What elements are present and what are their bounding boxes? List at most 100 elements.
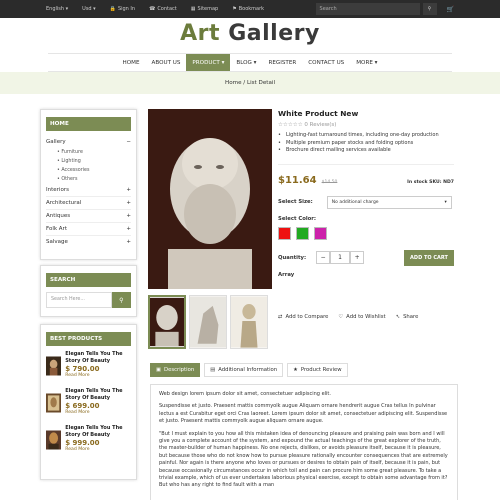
best-product-item[interactable]: Elegan Tells You The Story Of Beauty $ 7… xyxy=(46,351,131,381)
sidebar-search-input[interactable]: Search Here... xyxy=(46,292,112,308)
compare-label: Add to Compare xyxy=(285,314,329,320)
product-main-image[interactable] xyxy=(148,109,272,289)
share-label: Share xyxy=(403,314,419,320)
quantity-stepper: − 1 + xyxy=(316,251,365,264)
feature-item: Lighting-fast turnaround times, includin… xyxy=(278,132,454,140)
logo-part-1: Art xyxy=(180,21,221,46)
quantity-label: Quantity: xyxy=(278,254,307,261)
nav-blog[interactable]: BLOG ▾ xyxy=(230,54,262,71)
sidebar-item-antiques[interactable]: Antiques + xyxy=(46,210,131,223)
sidebar-search: SEARCH Search Here... ⚲ xyxy=(40,265,137,317)
cart-icon[interactable]: 🛒 xyxy=(447,6,454,13)
cat-label: Folk Art xyxy=(46,226,67,232)
sidebar-item-interiors[interactable]: Interiors + xyxy=(46,184,131,197)
read-more-link[interactable]: Read More xyxy=(65,410,131,415)
thumbnail-1[interactable] xyxy=(148,295,186,349)
tab-label: Description xyxy=(164,367,195,373)
share-link[interactable]: ➴ Share xyxy=(396,314,419,320)
color-swatch-red[interactable] xyxy=(278,226,291,240)
size-select[interactable]: No additional charge ▾ xyxy=(326,195,452,209)
minus-icon: − xyxy=(126,139,131,145)
best-product-title[interactable]: Elegan Tells You The Story Of Beauty xyxy=(65,351,131,364)
bookmark-link[interactable]: ⚑ Bookmark xyxy=(232,6,264,12)
plus-icon: + xyxy=(126,226,131,232)
array-label: Array xyxy=(278,271,295,278)
search-placeholder: Search xyxy=(319,6,337,12)
compare-link[interactable]: ⇄ Add to Compare xyxy=(278,314,328,320)
gallery-label: Gallery xyxy=(46,139,66,145)
tab-label: Additional Information xyxy=(218,367,278,373)
color-swatch-green[interactable] xyxy=(296,226,309,240)
best-product-title[interactable]: Elegan Tells You The Story Of Beauty xyxy=(65,425,131,438)
description-paragraph: Suspendisse et justo. Praesent mattis co… xyxy=(159,403,448,425)
currency-label: Usd ▾ xyxy=(82,6,96,12)
sitemap-icon: ▦ xyxy=(190,6,196,12)
top-bar: English ▾ Usd ▾ 🔒 Sign In ☎ Contact ▦ Sitem… xyxy=(0,0,500,18)
nav-home[interactable]: HOME xyxy=(117,54,146,71)
currency-selector[interactable]: Usd ▾ xyxy=(82,6,96,12)
best-product-item[interactable]: Elegan Tells You The Story Of Beauty $ 9… xyxy=(46,425,131,455)
read-more-link[interactable]: Read More xyxy=(65,373,131,378)
plus-icon: + xyxy=(126,213,131,219)
nav-about[interactable]: ABOUT US xyxy=(146,54,187,71)
sub-item-others[interactable]: • Others xyxy=(57,175,136,184)
tab-description[interactable]: ▣ Description xyxy=(150,363,201,377)
search-button[interactable]: ⚲ xyxy=(422,3,437,15)
cat-label: Antiques xyxy=(46,213,71,219)
stock-status: In stock SKU: ND7 xyxy=(407,179,454,185)
product-thumbnails xyxy=(148,295,268,349)
best-product-title[interactable]: Elegan Tells You The Story Of Beauty xyxy=(65,388,131,401)
quantity-value[interactable]: 1 xyxy=(330,251,351,264)
sub-item-lighting[interactable]: • Lighting xyxy=(57,157,136,166)
bookmark-icon: ⚑ xyxy=(232,6,237,12)
sub-item-accessories[interactable]: • Accessories xyxy=(57,166,136,175)
top-search-input[interactable]: Search xyxy=(315,3,420,15)
sub-label: Others xyxy=(61,177,78,182)
color-swatch-magenta[interactable] xyxy=(314,226,327,240)
sidebar-best-products: BEST PRODUCTS Elegan Tells You The Story… xyxy=(40,324,137,480)
search-icon: ⚲ xyxy=(119,296,124,304)
product-info: White Product New ☆☆☆☆☆ 0 Review(s) Ligh… xyxy=(278,109,454,278)
best-product-thumb xyxy=(46,356,62,376)
description-panel: Web design lorem ipsum dolor sit amet, c… xyxy=(150,384,458,500)
wishlist-label: Add to Wishlist xyxy=(346,314,386,320)
quantity-row: Quantity: − 1 + ADD TO CART xyxy=(278,249,454,266)
nav-more[interactable]: MORE ▾ xyxy=(350,54,383,71)
nav-contact[interactable]: CONTACT US xyxy=(302,54,350,71)
sidebar-item-gallery[interactable]: Gallery − xyxy=(46,136,131,148)
contact-link[interactable]: ☎ Contact xyxy=(149,6,177,12)
breadcrumb: Home / List Detail xyxy=(0,72,500,94)
tab-additional-information[interactable]: ▤ Additional Information xyxy=(204,363,284,377)
sidebar-home-title: HOME xyxy=(46,117,131,131)
wishlist-link[interactable]: ♡ Add to Wishlist xyxy=(338,314,385,320)
sub-item-furniture[interactable]: • Furniture xyxy=(57,148,136,157)
tab-product-review[interactable]: ★ Product Review xyxy=(287,363,348,377)
product-tabs: ▣ Description ▤ Additional Information ★ Pr… xyxy=(150,363,348,377)
increase-button[interactable]: + xyxy=(350,251,365,264)
thumbnail-2[interactable] xyxy=(189,295,227,349)
signin-link[interactable]: 🔒 Sign In xyxy=(110,6,135,12)
sidebar-item-salvage[interactable]: Salvage + xyxy=(46,236,131,248)
sitemap-link[interactable]: ▦ Sitemap xyxy=(191,6,218,12)
nav-product[interactable]: PRODUCT ▾ xyxy=(186,54,231,71)
heart-icon: ♡ xyxy=(338,314,344,320)
sidebar-item-folk-art[interactable]: Folk Art + xyxy=(46,223,131,236)
site-logo[interactable]: Art Gallery xyxy=(0,21,500,46)
reviews-link[interactable]: 0 Review(s) xyxy=(304,122,336,128)
sidebar-item-architectural[interactable]: Architectural + xyxy=(46,197,131,210)
nav-register[interactable]: REGISTER xyxy=(262,54,302,71)
star-icon: ★ xyxy=(293,367,298,373)
best-product-item[interactable]: Elegan Tells You The Story Of Beauty $ 6… xyxy=(46,388,131,418)
plus-icon: + xyxy=(126,239,131,245)
language-selector[interactable]: English ▾ xyxy=(46,6,68,12)
logo-part-2: Gallery xyxy=(220,21,320,46)
sidebar-search-button[interactable]: ⚲ xyxy=(111,292,131,308)
sidebar-search-row: Search Here... ⚲ xyxy=(46,292,131,308)
best-product-thumb xyxy=(46,430,62,450)
size-row: Select Size: No additional charge ▾ xyxy=(278,195,454,209)
cat-label: Architectural xyxy=(46,200,82,206)
thumbnail-3[interactable] xyxy=(230,295,268,349)
add-to-cart-button[interactable]: ADD TO CART xyxy=(404,249,454,266)
read-more-link[interactable]: Read More xyxy=(65,447,131,452)
decrease-button[interactable]: − xyxy=(316,251,331,264)
